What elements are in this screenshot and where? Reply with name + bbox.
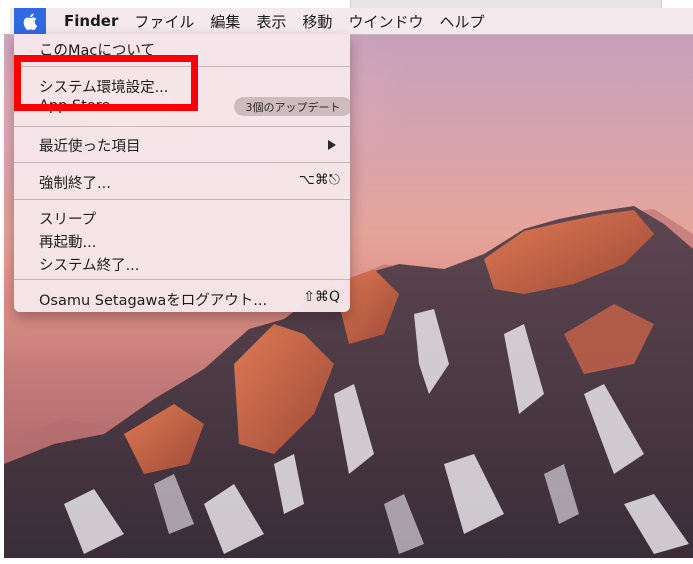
restart-label: 再起動... — [39, 235, 97, 251]
menu-finder[interactable]: Finder — [64, 12, 118, 30]
menu-item-sleep[interactable]: スリープ — [14, 205, 350, 229]
menu-item-restart[interactable]: 再起動... — [14, 228, 350, 252]
menu-separator — [14, 199, 350, 200]
recent-items-label: 最近使った項目 — [39, 139, 141, 155]
menu-go[interactable]: 移動 — [302, 11, 332, 32]
menu-bar: Finder ファイル 編集 表示 移動 ウインドウ ヘルプ — [10, 8, 693, 35]
force-quit-shortcut: ⌥⌘⎋ — [298, 172, 340, 188]
menu-separator — [14, 279, 350, 280]
menu-item-force-quit[interactable]: 強制終了... ⌥⌘⎋ — [14, 169, 350, 193]
menu-edit[interactable]: 編集 — [210, 11, 240, 32]
menu-file[interactable]: ファイル — [134, 11, 194, 32]
menu-item-logout[interactable]: Osamu Setagawaをログアウト... ⇧⌘Q — [14, 286, 350, 310]
menu-item-shutdown[interactable]: システム終了... — [14, 251, 350, 275]
apple-icon — [23, 13, 37, 30]
logout-label: Osamu Setagawaをログアウト... — [39, 293, 268, 309]
sleep-label: スリープ — [39, 212, 97, 228]
menu-window[interactable]: ウインドウ — [348, 11, 423, 32]
app-store-update-badge: 3個のアップデート — [234, 97, 350, 116]
force-quit-label: 強制終了... — [39, 176, 111, 192]
logout-shortcut: ⇧⌘Q — [303, 289, 340, 305]
red-highlight-box — [14, 55, 198, 111]
window-edge — [350, 0, 662, 8]
shutdown-label: システム終了... — [39, 258, 140, 274]
menu-separator — [14, 162, 350, 163]
apple-menu-button[interactable] — [14, 8, 46, 34]
submenu-arrow-icon — [328, 140, 336, 150]
menu-view[interactable]: 表示 — [256, 11, 286, 32]
menu-item-recent-items[interactable]: 最近使った項目 — [14, 132, 350, 156]
menu-help[interactable]: ヘルプ — [439, 11, 484, 32]
menu-separator — [14, 126, 350, 127]
